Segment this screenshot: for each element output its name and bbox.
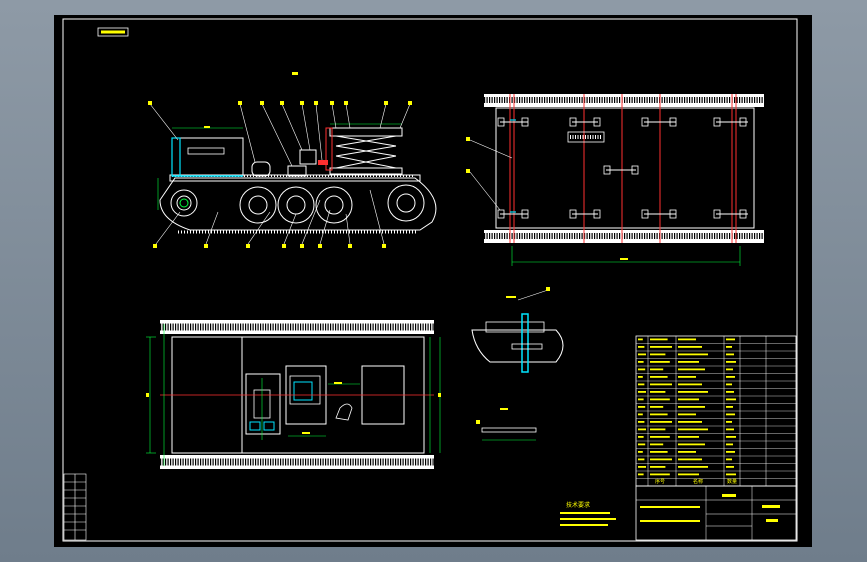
parts-list-cell-text — [638, 376, 643, 378]
parts-list-cell-text — [650, 466, 666, 468]
parts-list-cell-text — [726, 338, 735, 341]
parts-list-cell-text — [650, 368, 664, 371]
parts-list-cell-text — [678, 421, 702, 423]
parts-list-cell-text — [638, 436, 644, 438]
parts-list-cell-text — [678, 391, 708, 393]
parts-list-cell-text — [650, 458, 672, 461]
parts-list-cell-text — [678, 368, 705, 371]
parts-list-cell-text — [678, 413, 696, 416]
parts-list-cell-text — [638, 383, 645, 386]
parts-list-cell-text — [638, 391, 646, 393]
parts-list-cell-text — [650, 473, 670, 476]
parts-list-cell-text — [726, 391, 734, 393]
technical-notes-title: 技术要求 — [566, 501, 590, 509]
parts-list-cell-text — [726, 361, 736, 363]
parts-list-cell-text — [638, 451, 643, 453]
parts-list-cell-text — [726, 376, 735, 378]
parts-list-cell-text — [638, 361, 644, 363]
parts-list-cell-text — [650, 338, 668, 341]
parts-list-cell-text — [638, 458, 645, 461]
parts-list-cell-text — [726, 458, 732, 461]
parts-list-cell-text — [638, 398, 644, 401]
parts-list-cell-text — [650, 361, 670, 363]
parts-list-cell-text — [726, 383, 732, 386]
drawing-number-text — [101, 30, 125, 34]
title-block-label-1: 序号 — [655, 478, 665, 485]
cad-viewport[interactable]: 技术要求 序号 名称 数量 — [0, 0, 867, 562]
parts-list-cell-text — [678, 338, 696, 341]
cad-drawing-canvas[interactable]: 技术要求 序号 名称 数量 — [0, 0, 867, 562]
parts-list-cell-text — [726, 368, 733, 371]
parts-list-cell-text — [650, 436, 670, 438]
parts-list-cell-text — [650, 443, 664, 446]
parts-list-cell-text — [650, 428, 666, 431]
parts-list-cell-text — [678, 443, 705, 446]
parts-list-cell-text — [726, 413, 735, 416]
parts-list-cell-text — [638, 368, 646, 371]
parts-list-cell-text — [726, 398, 736, 401]
parts-list-cell-text — [650, 346, 672, 348]
parts-list-cell-text — [650, 376, 668, 378]
parts-list-cell-text — [726, 443, 733, 446]
parts-list-cell-text — [650, 353, 666, 356]
parts-list-cell-text — [678, 451, 696, 453]
parts-list-cell-text — [650, 413, 668, 416]
parts-list-cell-text — [678, 361, 699, 363]
parts-list-cell-text — [726, 421, 732, 423]
parts-list-cell-text — [726, 428, 734, 431]
parts-list-cell-text — [638, 421, 645, 423]
parts-list-cell-text — [726, 353, 734, 356]
title-block-label-2: 名称 — [693, 478, 703, 485]
parts-list-cell-text — [650, 398, 670, 401]
parts-list-cell-text — [726, 466, 734, 468]
parts-list-cell-text — [678, 466, 708, 468]
parts-list-cell-text — [678, 428, 708, 431]
parts-list-cell-text — [638, 413, 643, 416]
parts-list-cell-text — [726, 473, 736, 476]
parts-list-cell-text — [638, 466, 646, 468]
parts-list-cell-text — [678, 376, 696, 378]
parts-list-cell-text — [678, 353, 708, 356]
parts-list-cell-text — [650, 421, 672, 423]
parts-list — [635, 335, 797, 487]
parts-list-cell-text — [650, 383, 672, 386]
parts-list-cell-text — [650, 451, 668, 453]
parts-list-cell-text — [638, 406, 646, 408]
parts-list-cell-text — [678, 406, 705, 408]
parts-list-cell-text — [678, 473, 699, 476]
parts-list-cell-text — [650, 406, 664, 408]
title-block-label-3: 数量 — [727, 478, 737, 485]
parts-list-cell-text — [638, 443, 646, 446]
parts-list-cell-text — [650, 391, 666, 393]
parts-list-cell-text — [678, 458, 702, 461]
parts-list-cell-text — [678, 383, 702, 386]
parts-list-cell-text — [678, 346, 702, 348]
parts-list-cell-text — [638, 473, 644, 476]
parts-list-cell-text — [678, 436, 699, 438]
parts-list-cell-text — [726, 406, 733, 408]
parts-list-cell-text — [726, 436, 736, 438]
parts-list-cell-text — [638, 353, 646, 356]
parts-list-cell-text — [726, 451, 735, 453]
parts-list-cell-text — [638, 338, 643, 341]
parts-list-cell-text — [638, 346, 645, 348]
parts-list-cell-text — [638, 428, 646, 431]
front-view-label — [292, 72, 298, 75]
parts-list-cell-text — [726, 346, 732, 348]
parts-list-cell-text — [678, 398, 699, 401]
